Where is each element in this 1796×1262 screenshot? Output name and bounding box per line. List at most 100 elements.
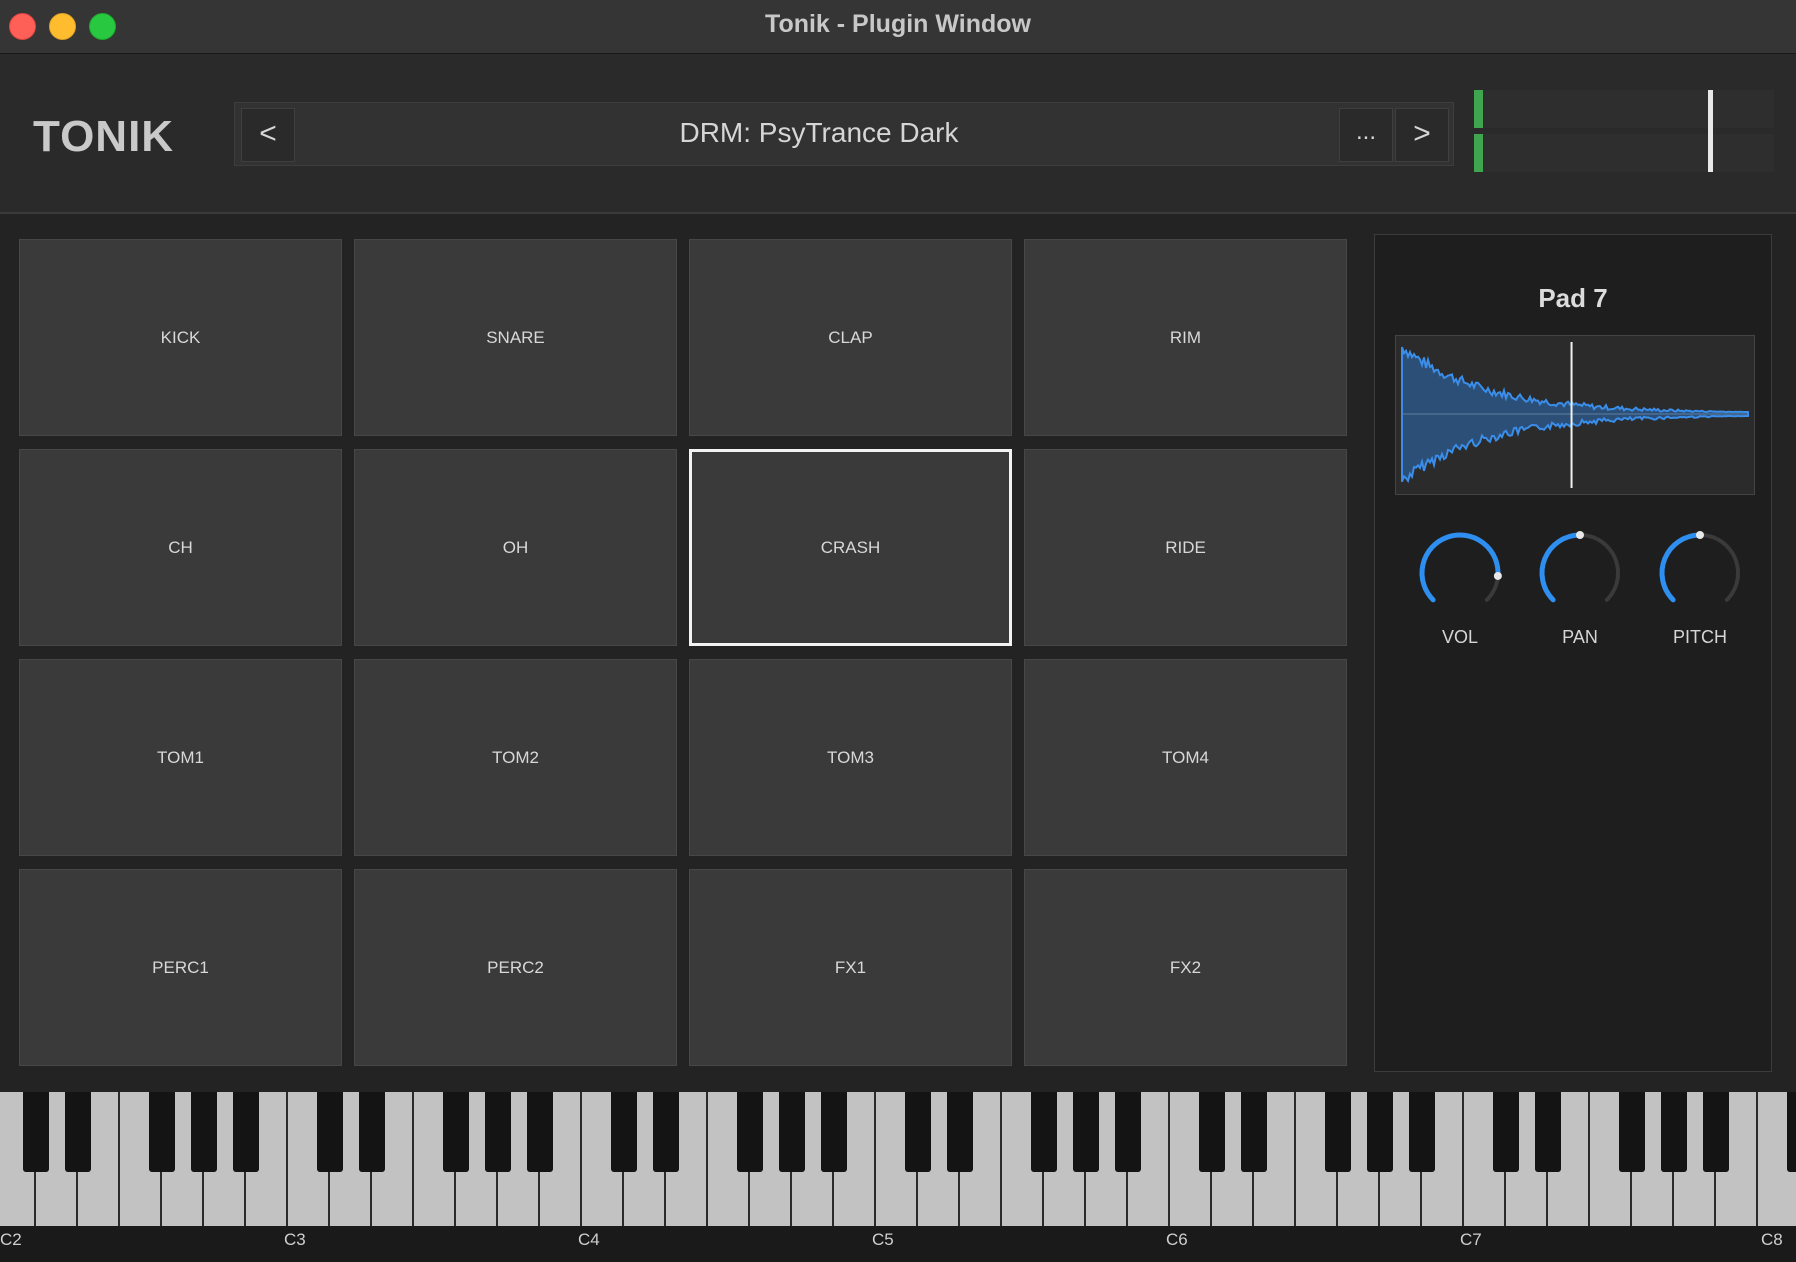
octave-label: C4 xyxy=(578,1230,600,1249)
black-key[interactable] xyxy=(1535,1092,1561,1172)
drum-pad-label: OH xyxy=(502,537,529,557)
tonik-logo: TONIK xyxy=(33,112,175,161)
vol-knob[interactable] xyxy=(1410,523,1510,623)
black-key[interactable] xyxy=(149,1092,175,1172)
black-key[interactable] xyxy=(1409,1092,1435,1172)
black-key[interactable] xyxy=(1661,1092,1687,1172)
selected-pad-title: Pad 7 xyxy=(1538,283,1608,313)
drum-pad-tom4[interactable]: TOM4 xyxy=(1024,659,1347,856)
drum-pad-label: KICK xyxy=(160,327,201,347)
drum-pad-fx2[interactable]: FX2 xyxy=(1024,869,1347,1066)
pad-editor-panel: Pad 7 VOL PAN PITCH xyxy=(1374,234,1772,1072)
drum-pad-rim[interactable]: RIM xyxy=(1024,239,1347,436)
drum-pad-ch[interactable]: CH xyxy=(19,449,342,646)
drum-pad-oh[interactable]: OH xyxy=(354,449,677,646)
octave-label: C3 xyxy=(284,1230,306,1249)
black-key[interactable] xyxy=(1115,1092,1141,1172)
next-preset-button[interactable]: > xyxy=(1395,108,1449,162)
output-meter-left xyxy=(1474,90,1774,128)
black-key[interactable] xyxy=(737,1092,763,1172)
drum-pad-snare[interactable]: SNARE xyxy=(354,239,677,436)
octave-label: C5 xyxy=(872,1230,894,1249)
drum-pad-clap[interactable]: CLAP xyxy=(689,239,1012,436)
black-key[interactable] xyxy=(1367,1092,1393,1172)
drum-pad-label: RIDE xyxy=(1165,537,1206,557)
drum-pad-label: TOM1 xyxy=(157,747,204,767)
pitch-knob[interactable] xyxy=(1650,523,1750,623)
previous-preset-button[interactable]: < xyxy=(241,108,295,162)
preset-menu-button[interactable]: ... xyxy=(1339,108,1393,162)
black-key[interactable] xyxy=(779,1092,805,1172)
meter-left-fill xyxy=(1474,90,1483,128)
drum-pad-tom2[interactable]: TOM2 xyxy=(354,659,677,856)
black-key[interactable] xyxy=(905,1092,931,1172)
black-key[interactable] xyxy=(65,1092,91,1172)
black-key[interactable] xyxy=(1703,1092,1729,1172)
black-key[interactable] xyxy=(527,1092,553,1172)
drum-pad-label: CRASH xyxy=(820,537,881,557)
black-key[interactable] xyxy=(317,1092,343,1172)
drum-pad-label: TOM4 xyxy=(1162,747,1209,767)
preset-selector: < DRM: PsyTrance Dark ... > xyxy=(234,102,1454,166)
octave-label: C8 xyxy=(1761,1230,1783,1249)
drum-pad-fx1[interactable]: FX1 xyxy=(689,869,1012,1066)
black-key[interactable] xyxy=(1325,1092,1351,1172)
black-key[interactable] xyxy=(233,1092,259,1172)
black-key[interactable] xyxy=(1199,1092,1225,1172)
drum-pad-label: SNARE xyxy=(486,327,545,347)
drum-pad-tom3[interactable]: TOM3 xyxy=(689,659,1012,856)
octave-label: C6 xyxy=(1166,1230,1188,1249)
title-bar: Tonik - Plugin Window xyxy=(0,0,1796,54)
drum-pad-perc1[interactable]: PERC1 xyxy=(19,869,342,1066)
black-key[interactable] xyxy=(359,1092,385,1172)
black-key[interactable] xyxy=(485,1092,511,1172)
drum-pad-label: PERC2 xyxy=(487,957,544,977)
black-key[interactable] xyxy=(443,1092,469,1172)
waveform-graph xyxy=(1401,342,1749,488)
plugin-window: Tonik - Plugin Window TONIK < DRM: PsyTr… xyxy=(0,0,1796,1262)
drum-pad-kick[interactable]: KICK xyxy=(19,239,342,436)
black-key[interactable] xyxy=(191,1092,217,1172)
meter-right-fill xyxy=(1474,134,1483,172)
octave-label: C2 xyxy=(0,1230,22,1249)
black-key[interactable] xyxy=(821,1092,847,1172)
drum-pad-ride[interactable]: RIDE xyxy=(1024,449,1347,646)
black-key[interactable] xyxy=(1241,1092,1267,1172)
piano-keyboard xyxy=(0,1092,1796,1226)
black-key[interactable] xyxy=(947,1092,973,1172)
drum-pad-label: TOM3 xyxy=(827,747,874,767)
drum-pad-label: TOM2 xyxy=(492,747,539,767)
plugin-header: TONIK < DRM: PsyTrance Dark ... > xyxy=(0,54,1796,214)
black-key[interactable] xyxy=(1073,1092,1099,1172)
drum-pad-label: PERC1 xyxy=(152,957,209,977)
black-key[interactable] xyxy=(1619,1092,1645,1172)
drum-pad-perc2[interactable]: PERC2 xyxy=(354,869,677,1066)
black-key[interactable] xyxy=(23,1092,49,1172)
pan-knob[interactable] xyxy=(1530,523,1630,623)
waveform-display[interactable] xyxy=(1395,335,1755,495)
black-key[interactable] xyxy=(1031,1092,1057,1172)
drum-pad-grid: KICK SNARE CLAP RIM CH OH CRASH RIDE TOM1 TOM2 TOM… xyxy=(19,239,1349,1069)
knob-value-arc xyxy=(1659,532,1703,603)
black-key[interactable] xyxy=(653,1092,679,1172)
octave-labels-bar: C2 C3 C4 C5 C6 C7 C8 xyxy=(0,1226,1796,1262)
pan-knob-label: PAN xyxy=(1562,627,1598,647)
window-title: Tonik - Plugin Window xyxy=(765,10,1031,38)
knob-value-arc xyxy=(1539,532,1583,603)
black-key[interactable] xyxy=(1787,1092,1796,1172)
knob-indicator xyxy=(1493,571,1502,580)
drum-pad-label: RIM xyxy=(1169,327,1202,347)
black-key[interactable] xyxy=(1493,1092,1519,1172)
drum-pad-tom1[interactable]: TOM1 xyxy=(19,659,342,856)
preset-name[interactable]: DRM: PsyTrance Dark xyxy=(305,117,1333,149)
drum-pad-crash[interactable]: CRASH xyxy=(689,449,1012,646)
drum-pad-label: CLAP xyxy=(828,327,873,347)
drum-pad-label: FX1 xyxy=(834,957,867,977)
drum-pad-label: CH xyxy=(168,537,193,557)
drum-pad-label: FX2 xyxy=(1169,957,1202,977)
pitch-knob-label: PITCH xyxy=(1673,627,1727,647)
output-meter-right xyxy=(1474,134,1774,172)
black-key[interactable] xyxy=(611,1092,637,1172)
output-gain-slider-handle[interactable] xyxy=(1708,90,1713,172)
knob-indicator xyxy=(1696,531,1704,539)
